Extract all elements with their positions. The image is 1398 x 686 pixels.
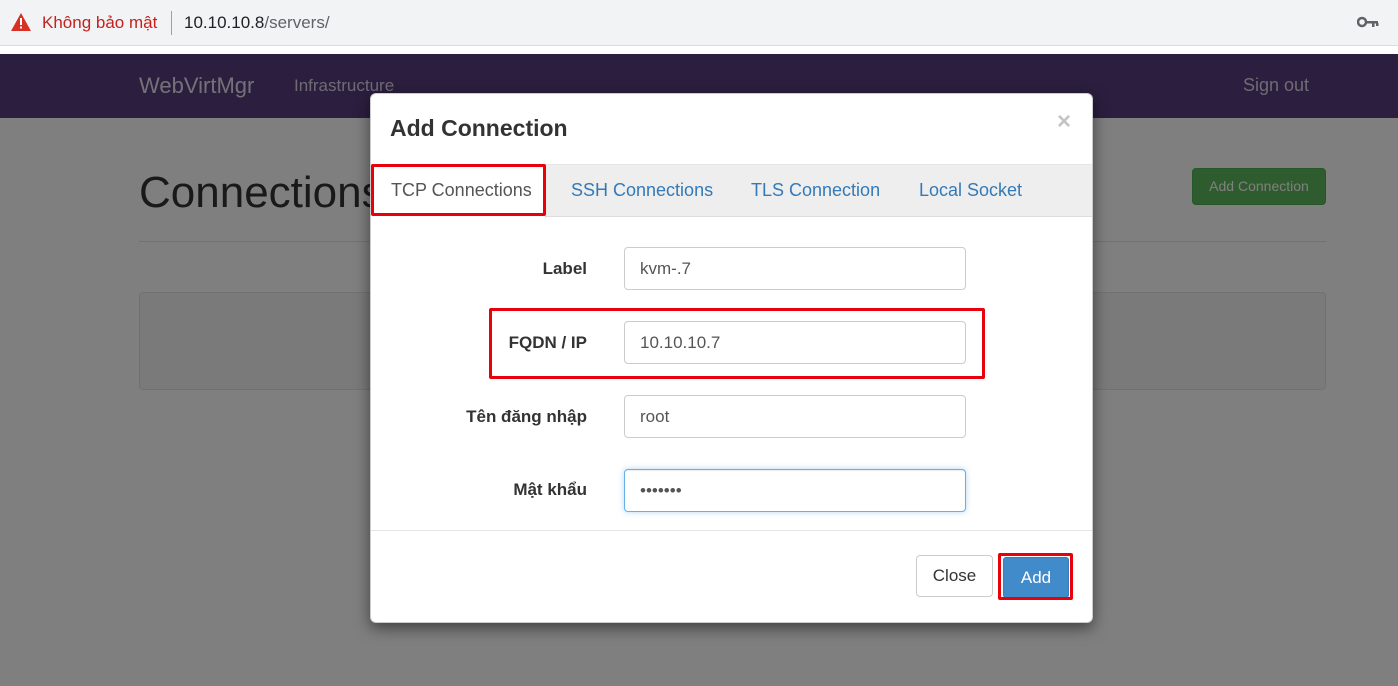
tab-tls-connection[interactable]: TLS Connection (751, 165, 880, 217)
fqdn-field-label: FQDN / IP (508, 333, 587, 352)
tab-local-socket[interactable]: Local Socket (919, 165, 1022, 217)
label-field-label: Label (542, 259, 587, 278)
browser-address-bar: Không bảo mật 10.10.10.8/servers/ (0, 0, 1398, 46)
fqdn-input[interactable] (624, 321, 966, 364)
warning-icon[interactable] (11, 13, 31, 31)
username-field-label: Tên đăng nhập (466, 407, 587, 426)
modal-title: Add Connection (390, 115, 568, 141)
password-input[interactable] (624, 469, 966, 512)
add-connection-modal: Add Connection × TCP Connections SSH Con… (370, 93, 1093, 623)
password-field-label: Mật khẩu (513, 480, 587, 499)
url-field[interactable]: 10.10.10.8/servers/ (184, 13, 330, 33)
tab-tcp-connections[interactable]: TCP Connections (371, 165, 546, 218)
label-input[interactable] (624, 247, 966, 290)
add-button[interactable]: Add (1003, 557, 1069, 598)
url-path: /servers/ (264, 13, 330, 32)
key-icon[interactable] (1357, 14, 1379, 30)
url-host: 10.10.10.8 (184, 13, 265, 32)
tab-ssh-connections[interactable]: SSH Connections (571, 165, 713, 217)
browser-strip (0, 46, 1398, 54)
address-divider (171, 11, 172, 35)
modal-close-icon[interactable]: × (1057, 108, 1071, 136)
username-input[interactable] (624, 395, 966, 438)
security-warning[interactable]: Không bảo mật (42, 13, 157, 33)
close-button[interactable]: Close (916, 555, 993, 597)
connection-type-tabs: TCP Connections SSH Connections TLS Conn… (371, 164, 1092, 218)
modal-footer-divider (371, 530, 1092, 531)
